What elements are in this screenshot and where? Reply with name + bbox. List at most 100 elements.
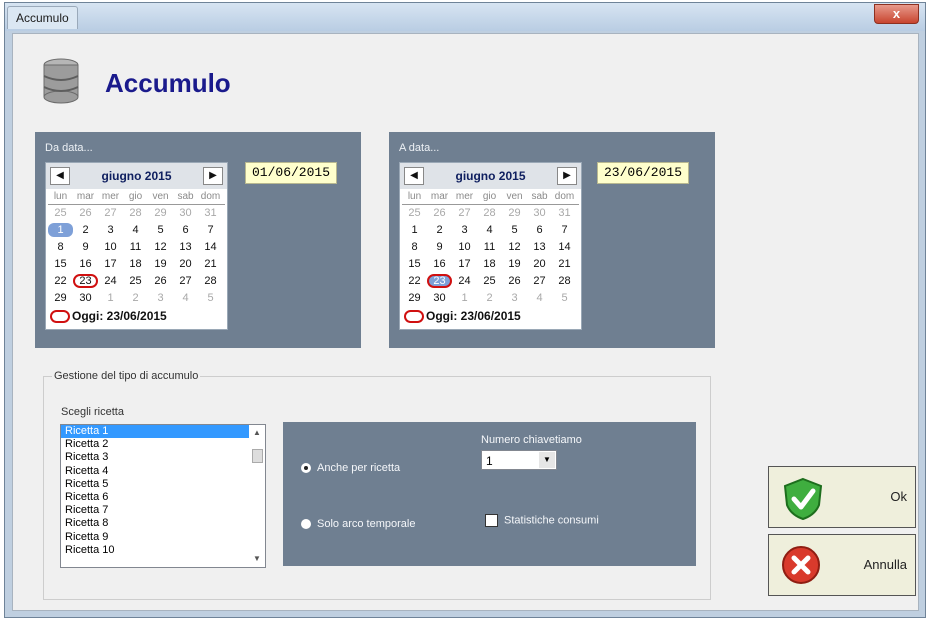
calendar-day[interactable]: 4 <box>477 223 502 237</box>
calendar-day[interactable]: 1 <box>48 223 73 237</box>
calendar-day[interactable]: 6 <box>173 223 198 237</box>
calendar-day[interactable]: 30 <box>173 206 198 220</box>
calendar-day[interactable]: 16 <box>427 257 452 271</box>
calendar-day[interactable]: 24 <box>452 274 477 288</box>
calendar-day[interactable]: 22 <box>402 274 427 288</box>
calendar-day[interactable]: 28 <box>552 274 577 288</box>
calendar-day[interactable]: 9 <box>73 240 98 254</box>
calendar-day[interactable]: 5 <box>148 223 173 237</box>
calendar-day[interactable]: 29 <box>502 206 527 220</box>
calendar-day[interactable]: 1 <box>452 291 477 305</box>
calendar-day[interactable]: 23 <box>427 274 452 288</box>
calendar-day[interactable]: 10 <box>452 240 477 254</box>
calendar-day[interactable]: 3 <box>98 223 123 237</box>
today-link[interactable]: Oggi: 23/06/2015 <box>404 309 521 324</box>
stats-checkbox[interactable]: Statistiche consumi <box>485 514 599 527</box>
recipe-list-item[interactable]: Ricetta 2 <box>61 438 249 451</box>
calendar-day[interactable]: 1 <box>402 223 427 237</box>
calendar-day[interactable]: 11 <box>477 240 502 254</box>
calendar-day[interactable]: 4 <box>527 291 552 305</box>
recipe-list-item[interactable]: Ricetta 6 <box>61 491 249 504</box>
prev-month-button[interactable]: ◀ <box>50 167 70 185</box>
calendar-day[interactable]: 7 <box>552 223 577 237</box>
today-link[interactable]: Oggi: 23/06/2015 <box>50 309 167 324</box>
calendar-day[interactable]: 2 <box>427 223 452 237</box>
calendar-day[interactable]: 30 <box>527 206 552 220</box>
next-month-button[interactable]: ▶ <box>557 167 577 185</box>
recipe-list-item[interactable]: Ricetta 5 <box>61 478 249 491</box>
chevron-down-icon[interactable]: ▼ <box>539 452 555 468</box>
calendar-day[interactable]: 13 <box>173 240 198 254</box>
calendar-day[interactable]: 30 <box>427 291 452 305</box>
calendar-day[interactable]: 5 <box>552 291 577 305</box>
calendar-day[interactable]: 23 <box>73 274 98 288</box>
calendar-day[interactable]: 4 <box>123 223 148 237</box>
calendar-day[interactable]: 12 <box>502 240 527 254</box>
calendar-day[interactable]: 26 <box>73 206 98 220</box>
key-count-select[interactable]: 1 ▼ <box>481 450 557 470</box>
calendar-day[interactable]: 8 <box>48 240 73 254</box>
calendar-day[interactable]: 2 <box>73 223 98 237</box>
calendar-day[interactable]: 31 <box>552 206 577 220</box>
calendar-day[interactable]: 9 <box>427 240 452 254</box>
calendar-day[interactable]: 30 <box>73 291 98 305</box>
calendar-day[interactable]: 25 <box>477 274 502 288</box>
calendar-day[interactable]: 12 <box>148 240 173 254</box>
calendar-day[interactable]: 29 <box>148 206 173 220</box>
calendar-day[interactable]: 21 <box>552 257 577 271</box>
calendar-day[interactable]: 27 <box>452 206 477 220</box>
calendar-day[interactable]: 2 <box>123 291 148 305</box>
calendar-day[interactable]: 17 <box>98 257 123 271</box>
recipe-list-item[interactable]: Ricetta 8 <box>61 517 249 530</box>
calendar-day[interactable]: 19 <box>148 257 173 271</box>
scroll-down-icon[interactable]: ▼ <box>251 553 263 565</box>
calendar-day[interactable]: 3 <box>502 291 527 305</box>
next-month-button[interactable]: ▶ <box>203 167 223 185</box>
calendar-day[interactable]: 29 <box>402 291 427 305</box>
from-date-value[interactable]: 01/06/2015 <box>245 162 337 184</box>
calendar-day[interactable]: 1 <box>98 291 123 305</box>
calendar-day[interactable]: 7 <box>198 223 223 237</box>
calendar-day[interactable]: 18 <box>477 257 502 271</box>
recipe-list-item[interactable]: Ricetta 7 <box>61 504 249 517</box>
calendar-day[interactable]: 27 <box>173 274 198 288</box>
calendar-day[interactable]: 27 <box>527 274 552 288</box>
calendar-day[interactable]: 26 <box>148 274 173 288</box>
calendar-day[interactable]: 24 <box>98 274 123 288</box>
calendar-day[interactable]: 31 <box>198 206 223 220</box>
calendar-day[interactable]: 28 <box>123 206 148 220</box>
close-button[interactable]: x <box>874 4 919 24</box>
calendar-day[interactable]: 25 <box>48 206 73 220</box>
recipe-list-item[interactable]: Ricetta 9 <box>61 531 249 544</box>
calendar-day[interactable]: 13 <box>527 240 552 254</box>
scrollbar-thumb[interactable] <box>252 449 263 463</box>
to-date-value[interactable]: 23/06/2015 <box>597 162 689 184</box>
calendar-day[interactable]: 3 <box>148 291 173 305</box>
prev-month-button[interactable]: ◀ <box>404 167 424 185</box>
calendar-day[interactable]: 22 <box>48 274 73 288</box>
calendar-day[interactable]: 15 <box>402 257 427 271</box>
calendar-day[interactable]: 20 <box>173 257 198 271</box>
recipe-listbox[interactable]: ▲ ▼ Ricetta 1 Ricetta 2 Ricetta 3 Ricetta 4… <box>60 424 266 568</box>
recipe-list-item[interactable]: Ricetta 1 <box>61 425 249 439</box>
calendar-day[interactable]: 27 <box>98 206 123 220</box>
calendar-day[interactable]: 29 <box>48 291 73 305</box>
to-date-calendar[interactable]: ◀ giugno 2015 ▶ lun mar mer gio ven sab dom Og… <box>399 162 582 330</box>
radio-per-recipe[interactable]: Anche per ricetta <box>301 462 400 474</box>
calendar-day[interactable]: 10 <box>98 240 123 254</box>
ok-button[interactable]: Ok <box>768 466 916 528</box>
recipe-list-item[interactable]: Ricetta 10 <box>61 544 249 557</box>
calendar-day[interactable]: 17 <box>452 257 477 271</box>
calendar-day[interactable]: 19 <box>502 257 527 271</box>
calendar-day[interactable]: 28 <box>477 206 502 220</box>
calendar-day[interactable]: 6 <box>527 223 552 237</box>
calendar-day[interactable]: 15 <box>48 257 73 271</box>
calendar-day[interactable]: 5 <box>198 291 223 305</box>
calendar-day[interactable]: 20 <box>527 257 552 271</box>
recipe-list-item[interactable]: Ricetta 4 <box>61 465 249 478</box>
calendar-day[interactable]: 14 <box>552 240 577 254</box>
calendar-day[interactable]: 21 <box>198 257 223 271</box>
calendar-day[interactable]: 18 <box>123 257 148 271</box>
radio-time-only[interactable]: Solo arco temporale <box>301 518 415 530</box>
calendar-day[interactable]: 28 <box>198 274 223 288</box>
